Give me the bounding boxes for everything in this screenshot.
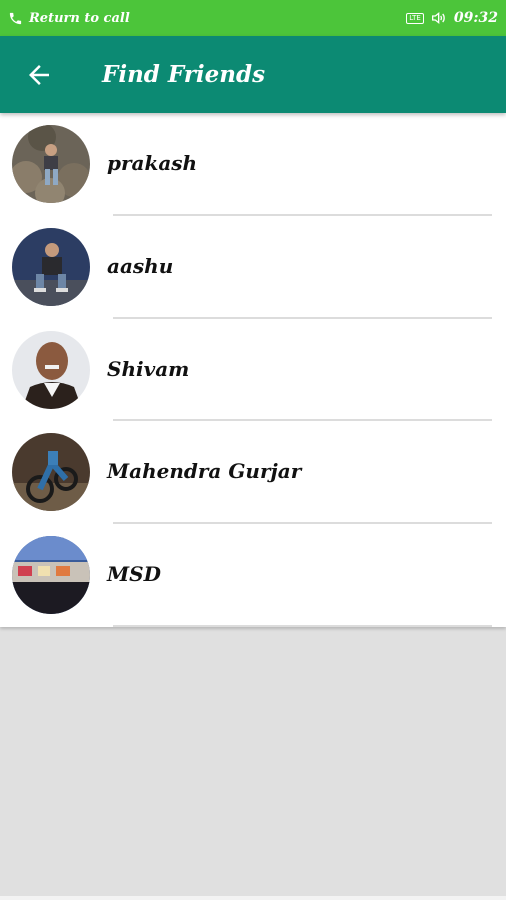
friend-row[interactable]: Shivam (0, 319, 506, 422)
photo-man-sitting-on-rocks (12, 125, 90, 203)
divider (113, 624, 492, 627)
friend-name: MSD (107, 562, 161, 587)
photo-man-smiling-portrait (12, 330, 90, 409)
friend-name: Shivam (107, 356, 190, 381)
status-indicators: LTE 09:32 (406, 0, 498, 36)
friend-row[interactable]: aashu (0, 216, 506, 319)
app-bar: Find Friends (0, 36, 506, 113)
avatar[interactable] (12, 125, 90, 203)
friend-name: prakash (107, 151, 198, 175)
friend-name: aashu (107, 253, 174, 278)
friend-row[interactable]: prakash (0, 113, 506, 216)
clock: 09:32 (453, 10, 498, 26)
friend-row[interactable]: Mahendra Gurjar (0, 421, 506, 525)
avatar[interactable] (12, 536, 90, 615)
arrow-back-icon[interactable] (24, 60, 54, 90)
status-bar: Return to call LTE 09:32 (0, 0, 506, 36)
friend-name: Mahendra Gurjar (107, 459, 302, 484)
avatar[interactable] (12, 227, 90, 306)
friends-list: prakash aashu Shivam Mahendra Gurjar MSD (0, 113, 506, 627)
return-to-call[interactable]: Return to call (8, 0, 130, 36)
return-to-call-label: Return to call (29, 10, 130, 26)
phone-icon (9, 12, 22, 24)
avatar[interactable] (12, 330, 90, 409)
lte-icon: LTE (406, 12, 424, 24)
photo-building-at-dusk (12, 536, 90, 615)
page-title: Find Friends (102, 61, 266, 88)
navigation-bar-edge (0, 896, 506, 900)
photo-man-sitting-outdoors (12, 227, 90, 306)
volume-icon (431, 11, 445, 25)
avatar[interactable] (12, 433, 90, 512)
photo-motorcycle (12, 433, 90, 512)
friend-row[interactable]: MSD (0, 524, 506, 627)
